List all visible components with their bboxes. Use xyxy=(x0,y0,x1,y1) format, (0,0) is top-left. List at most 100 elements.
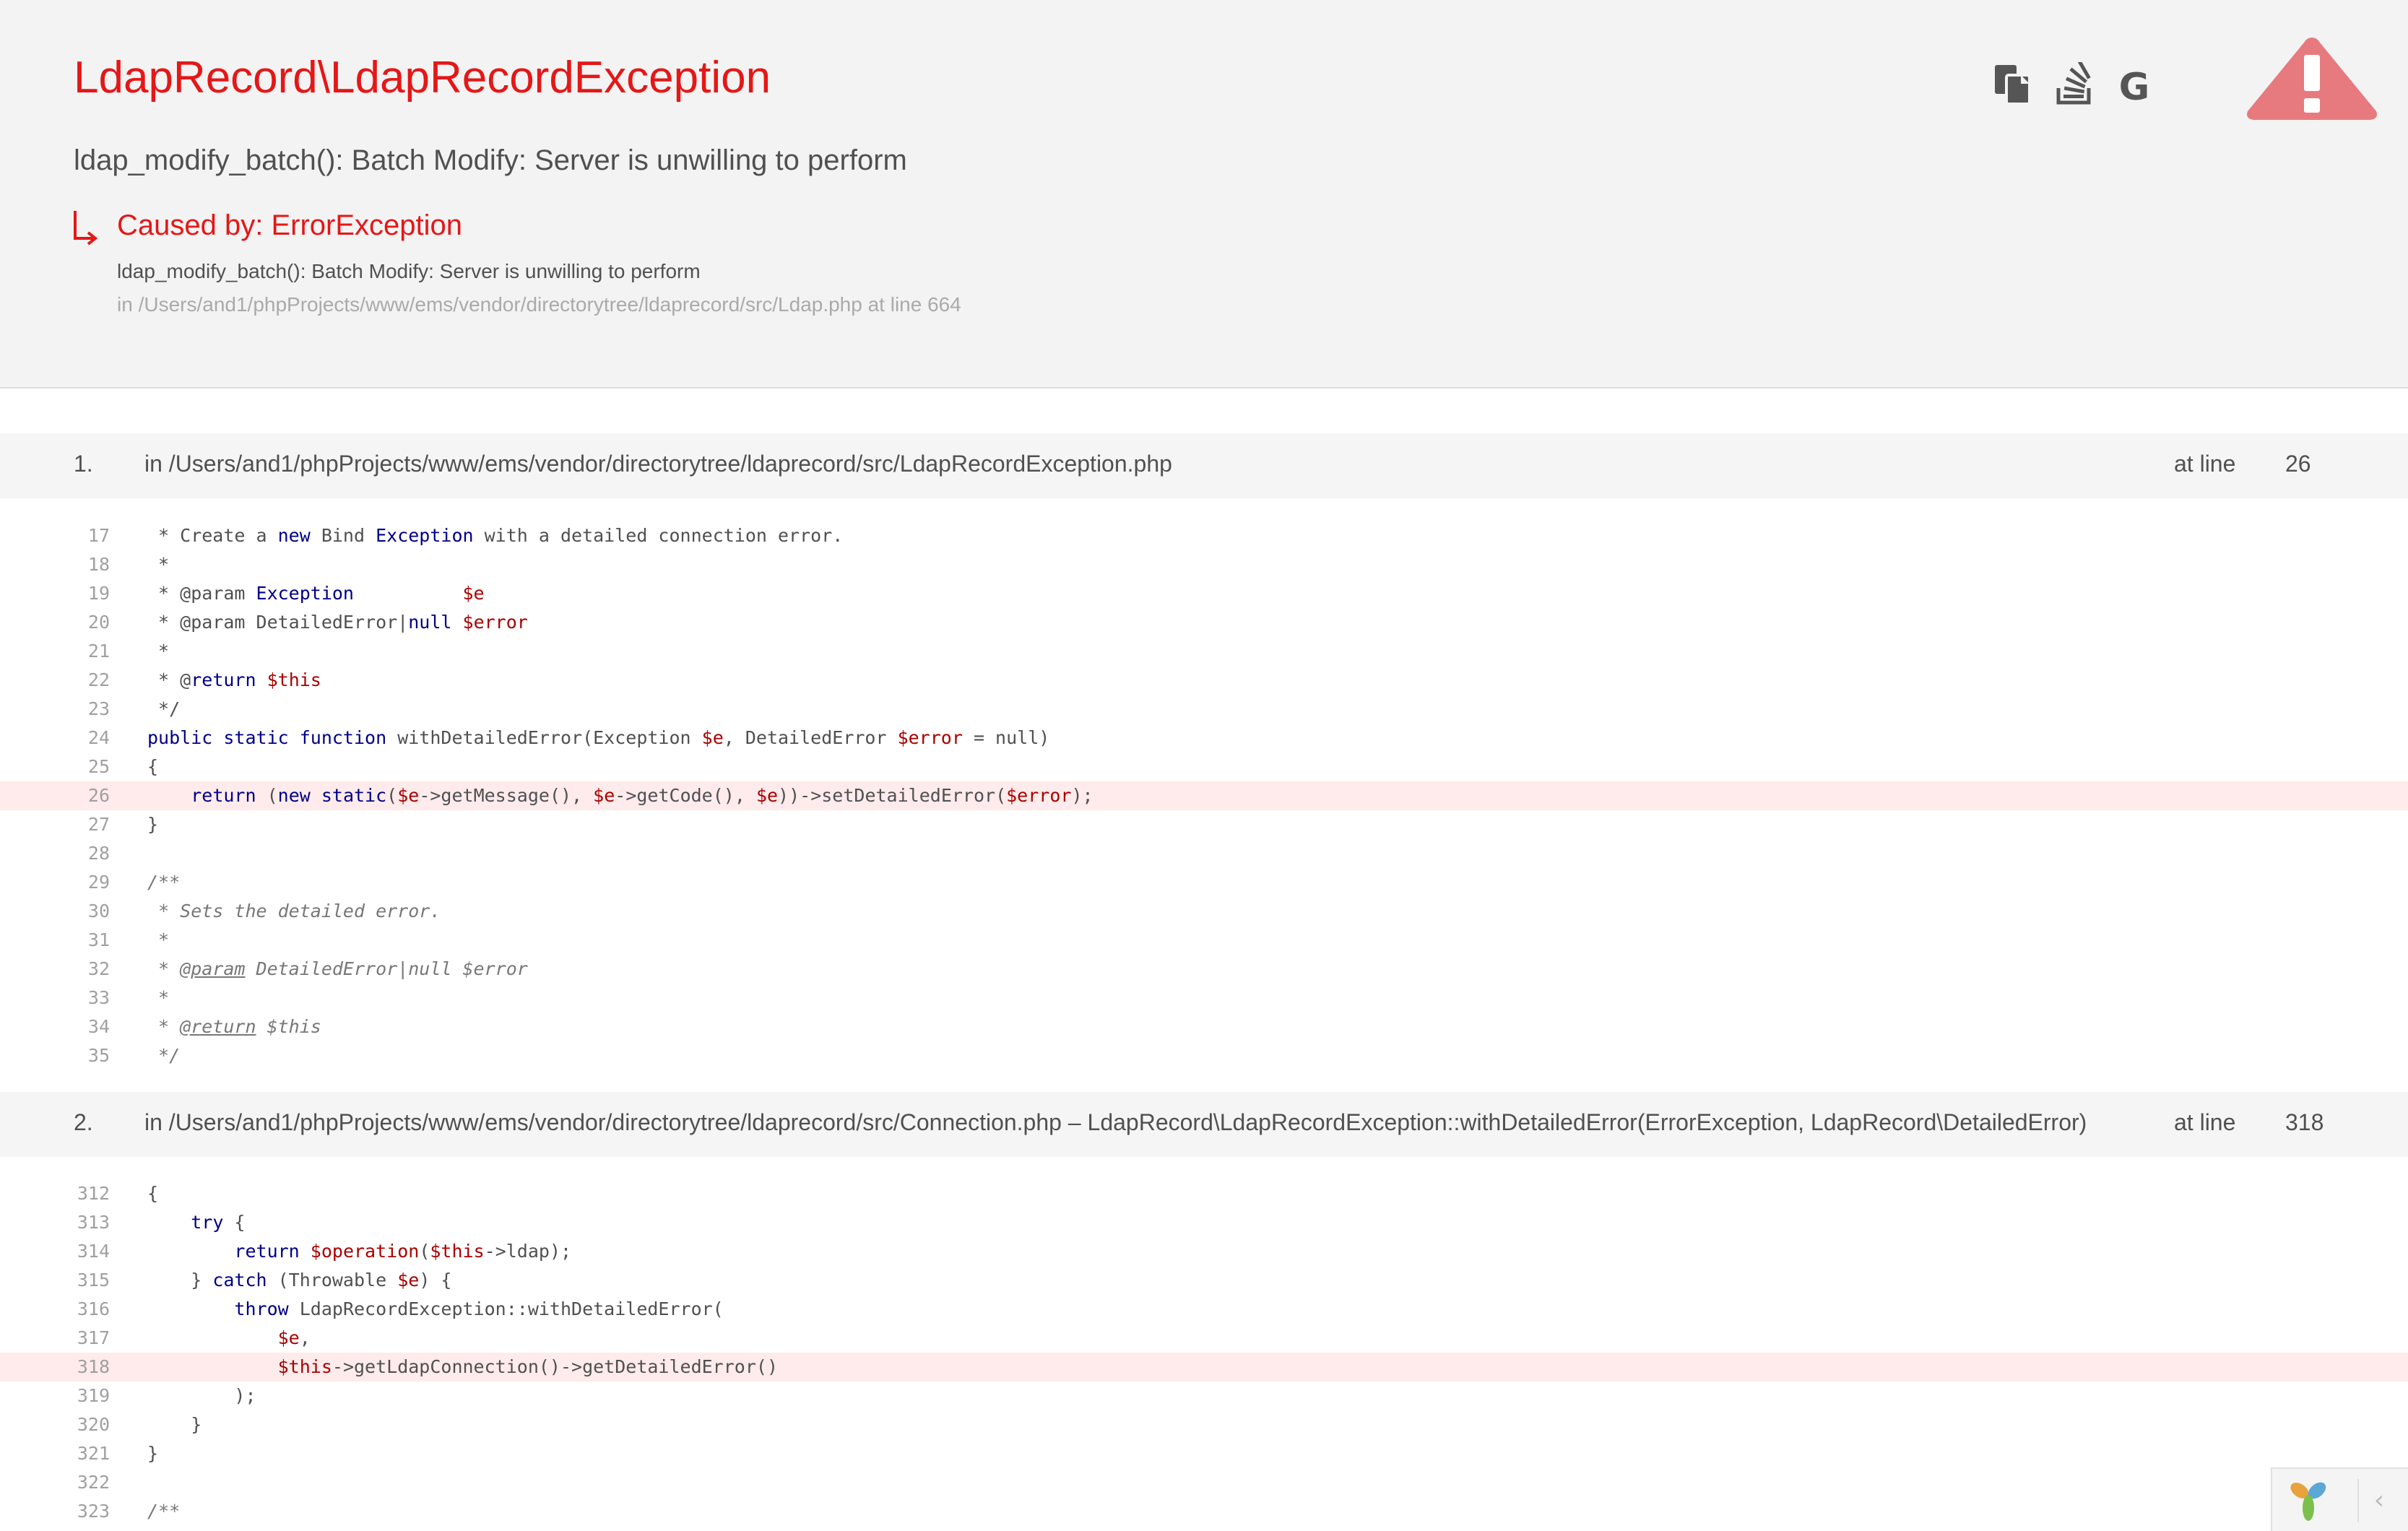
google-icon[interactable]: G xyxy=(2115,66,2154,105)
code-line: 323 /** xyxy=(0,1497,2408,1526)
line-number: 25 xyxy=(87,756,110,777)
debug-toolbar-widget[interactable]: ‹ xyxy=(2271,1467,2408,1531)
code-text: * Sets the detailed error. xyxy=(147,901,441,921)
code-text: /** xyxy=(147,1501,181,1522)
code-text: } catch (Throwable $e) { xyxy=(147,1270,452,1291)
code-line: 19 * @param Exception $e xyxy=(0,579,2408,608)
line-number: 321 xyxy=(77,1443,110,1464)
stackoverflow-icon[interactable] xyxy=(2054,62,2096,107)
code-text: * @return $this xyxy=(147,669,321,690)
stack-frame-header[interactable]: 2. in /Users/and1/phpProjects/www/ems/ve… xyxy=(0,1092,2408,1157)
code-line: 322 xyxy=(0,1468,2408,1497)
code-text: { xyxy=(147,1183,159,1204)
frame-number: 2. xyxy=(74,1109,93,1135)
code-line: 29 /** xyxy=(0,868,2408,897)
highlighted-code-line: 26 return (new static($e->getMessage(), … xyxy=(0,781,2408,810)
warning-icon xyxy=(2247,38,2377,120)
code-line: 27} xyxy=(0,810,2408,839)
line-number: 313 xyxy=(77,1212,110,1233)
caused-by-file: in /Users/and1/phpProjects/www/ems/vendo… xyxy=(117,293,961,316)
line-number: 319 xyxy=(77,1385,110,1406)
code-text: * xyxy=(147,929,170,950)
code-text: } xyxy=(147,814,159,835)
code-text: * xyxy=(147,641,170,662)
line-number: 27 xyxy=(87,814,110,835)
line-number: 34 xyxy=(87,1016,110,1037)
code-line: 30 * Sets the detailed error. xyxy=(0,897,2408,926)
stack-frame-header[interactable]: 1. in /Users/and1/phpProjects/www/ems/ve… xyxy=(0,433,2408,498)
line-number: 19 xyxy=(87,583,110,604)
code-text: * @return $this xyxy=(147,1016,321,1037)
line-number: 32 xyxy=(87,958,110,979)
code-text: throw LdapRecordException::withDetailedE… xyxy=(234,1298,724,1319)
code-text: return (new static($e->getMessage(), $e-… xyxy=(191,785,1093,806)
code-text: */ xyxy=(147,1045,181,1066)
line-number: 23 xyxy=(87,698,110,719)
line-number: 24 xyxy=(87,727,110,748)
frame-line-number: 318 xyxy=(2285,1109,2324,1135)
copy-icon[interactable] xyxy=(1992,62,2034,107)
line-number: 22 xyxy=(87,669,110,690)
code-line: 33 * xyxy=(0,984,2408,1012)
line-number: 26 xyxy=(87,785,110,806)
code-line: 35 */ xyxy=(0,1041,2408,1070)
code-text: * @param DetailedError|null $error xyxy=(147,958,528,979)
line-number: 17 xyxy=(87,525,110,546)
code-line: 28 xyxy=(0,839,2408,868)
code-line: 17 * Create a new Bind Exception with a … xyxy=(0,521,2408,550)
code-text: * @param Exception $e xyxy=(147,583,485,604)
highlighted-code-line: 318 $this->getLdapConnection()->getDetai… xyxy=(0,1353,2408,1382)
code-line: 312 { xyxy=(0,1179,2408,1208)
line-number: 18 xyxy=(87,554,110,575)
code-text: ); xyxy=(147,1385,256,1406)
line-number: 28 xyxy=(87,843,110,864)
code-snippet: 17 * Create a new Bind Exception with a … xyxy=(0,521,2408,1070)
code-snippet: 312 { 313 try { 314 return $operation($th… xyxy=(0,1179,2408,1526)
frame-number: 1. xyxy=(74,451,93,477)
line-number: 317 xyxy=(77,1327,110,1348)
code-text: $this->getLdapConnection()->getDetailedE… xyxy=(277,1356,778,1377)
code-text: * @param DetailedError|null $error xyxy=(147,612,528,633)
code-text: } xyxy=(147,1443,159,1464)
code-line: 22 * @return $this xyxy=(0,666,2408,695)
line-number: 318 xyxy=(77,1356,110,1377)
code-line: 18 * xyxy=(0,550,2408,579)
line-number: 21 xyxy=(87,641,110,662)
line-number: 312 xyxy=(77,1183,110,1204)
code-text: { xyxy=(147,756,159,777)
chevron-left-icon[interactable]: ‹ xyxy=(2357,1479,2399,1522)
code-text: */ xyxy=(147,698,181,719)
code-line: 25 { xyxy=(0,753,2408,781)
exception-header: LdapRecord\LdapRecordException ldap_modi… xyxy=(0,0,2408,389)
code-text: * Create a new Bind Exception with a det… xyxy=(147,525,844,546)
code-line: 314 return $operation($this->ldap); xyxy=(0,1237,2408,1266)
code-line: 32 * @param DetailedError|null $error xyxy=(0,955,2408,984)
code-text: public static function withDetailedError… xyxy=(147,727,1050,748)
code-line: 315 } catch (Throwable $e) { xyxy=(0,1266,2408,1295)
google-label: G xyxy=(2119,66,2150,105)
code-line: 321} xyxy=(0,1439,2408,1468)
yii-logo-icon[interactable] xyxy=(2285,1476,2333,1524)
code-line: 31 * xyxy=(0,926,2408,955)
line-number: 35 xyxy=(87,1045,110,1066)
frame-at-line-label: at line xyxy=(2174,1109,2236,1135)
exception-class: LdapRecord\LdapRecordException xyxy=(74,53,771,103)
frame-file-path: in /Users/and1/phpProjects/www/ems/vendo… xyxy=(144,1109,2087,1135)
line-number: 31 xyxy=(87,929,110,950)
line-number: 323 xyxy=(77,1501,110,1522)
code-line: 320 } xyxy=(0,1410,2408,1439)
code-line: 20 * @param DetailedError|null $error xyxy=(0,608,2408,637)
code-line: 34 * @return $this xyxy=(0,1012,2408,1041)
code-line: 24 public static function withDetailedErr… xyxy=(0,724,2408,753)
code-line: 316 throw LdapRecordException::withDetai… xyxy=(0,1295,2408,1324)
code-line: 23 */ xyxy=(0,695,2408,724)
code-line: 319 ); xyxy=(0,1382,2408,1410)
line-number: 30 xyxy=(87,901,110,921)
line-number: 322 xyxy=(77,1472,110,1493)
code-text: * xyxy=(147,987,170,1008)
line-number: 33 xyxy=(87,987,110,1008)
caused-by-arrow-icon xyxy=(74,211,98,246)
line-number: 316 xyxy=(77,1298,110,1319)
code-text: $e, xyxy=(277,1327,311,1348)
code-text: try { xyxy=(191,1212,246,1233)
